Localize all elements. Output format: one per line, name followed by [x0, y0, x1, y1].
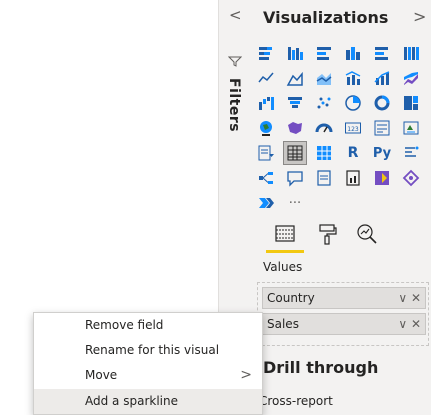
line-chart-icon[interactable]: [255, 67, 277, 89]
filters-label[interactable]: Filters: [226, 78, 242, 132]
pane-tabs: [263, 222, 423, 254]
menu-item-remove-field[interactable]: Remove field: [34, 313, 262, 338]
python-visual-glyph: Py: [372, 145, 392, 161]
table-icon[interactable]: [283, 141, 307, 165]
100-stacked-bar-chart-icon[interactable]: [313, 42, 335, 64]
pie-chart-icon[interactable]: [342, 92, 364, 114]
qa-visual-icon[interactable]: [284, 167, 306, 189]
clustered-column-chart-icon[interactable]: [371, 42, 393, 64]
funnel-chart-icon[interactable]: [284, 92, 306, 114]
key-influencers-icon[interactable]: [400, 142, 422, 164]
visual-icon-grid: 123 R Py ···: [255, 42, 429, 217]
menu-item-add-sparkline[interactable]: Add a sparkline: [34, 389, 262, 414]
expand-chevron-icon[interactable]: >: [413, 7, 426, 26]
stacked-column-chart-icon[interactable]: [342, 42, 364, 64]
donut-chart-icon[interactable]: [371, 92, 393, 114]
menu-item-move[interactable]: Move >: [34, 363, 262, 388]
visualizations-title: Visualizations: [263, 8, 389, 27]
field-context-menu: Remove field Rename for this visual Move…: [33, 312, 263, 415]
card-icon[interactable]: 123: [342, 117, 364, 139]
visualizations-pane: Visualizations > 123 R Py ··· Values Cou…: [251, 0, 431, 415]
100-stacked-column-chart-icon[interactable]: [400, 42, 422, 64]
cross-report-label: Cross-report: [259, 394, 333, 408]
line-clustered-column-chart-icon[interactable]: [342, 67, 364, 89]
values-label: Values: [263, 260, 303, 274]
waterfall-chart-icon[interactable]: [255, 92, 277, 114]
format-paint-roller-icon[interactable]: [315, 222, 339, 246]
more-visuals-glyph: ···: [288, 195, 302, 211]
power-apps-icon[interactable]: [371, 167, 393, 189]
slicer-icon[interactable]: [255, 142, 277, 164]
submenu-chevron-icon: >: [240, 367, 252, 383]
menu-item-label: Remove field: [85, 318, 164, 332]
field-pill-country[interactable]: Country ∨ ✕: [262, 287, 426, 309]
field-actions[interactable]: ∨ ✕: [398, 314, 421, 334]
active-tab-underline: [266, 250, 304, 253]
more-visuals-icon[interactable]: ···: [284, 192, 306, 214]
line-stacked-column-chart-icon[interactable]: [371, 67, 393, 89]
menu-item-label: Rename for this visual: [85, 343, 220, 357]
map-icon[interactable]: [255, 117, 277, 139]
card-icon-glyph: 123: [347, 126, 359, 133]
menu-item-label: Add a sparkline: [85, 394, 178, 408]
r-visual-glyph: R: [347, 145, 359, 161]
field-actions[interactable]: ∨ ✕: [398, 288, 421, 308]
collapse-filters-chevron-icon[interactable]: <: [229, 6, 242, 24]
filled-map-icon[interactable]: [284, 117, 306, 139]
gauge-icon[interactable]: [313, 117, 335, 139]
multi-row-card-icon[interactable]: [371, 117, 393, 139]
scatter-chart-icon[interactable]: [313, 92, 335, 114]
stacked-area-chart-icon[interactable]: [313, 67, 335, 89]
fields-tab-icon[interactable]: [273, 222, 297, 246]
r-visual-icon[interactable]: R: [342, 142, 364, 164]
drill-through-title: Drill through: [263, 358, 379, 377]
ribbon-chart-icon[interactable]: [400, 67, 422, 89]
funnel-icon: [228, 56, 242, 67]
stacked-bar-chart-icon[interactable]: [255, 42, 277, 64]
area-chart-icon[interactable]: [284, 67, 306, 89]
field-name: Sales: [267, 317, 299, 331]
paginated-report-icon[interactable]: [342, 167, 364, 189]
menu-item-label: Move: [85, 368, 118, 382]
field-pill-sales[interactable]: Sales ∨ ✕: [262, 313, 426, 335]
decomposition-tree-icon[interactable]: [255, 167, 277, 189]
arcgis-map-icon[interactable]: [255, 192, 277, 214]
menu-item-rename-for-visual[interactable]: Rename for this visual: [34, 338, 262, 363]
python-visual-icon[interactable]: Py: [371, 142, 393, 164]
power-automate-icon[interactable]: [400, 167, 422, 189]
analytics-magnifier-icon[interactable]: [355, 222, 379, 246]
matrix-icon[interactable]: [313, 142, 335, 164]
values-field-well[interactable]: Country ∨ ✕ Sales ∨ ✕: [257, 282, 429, 346]
field-name: Country: [267, 291, 315, 305]
smart-narrative-icon[interactable]: [313, 167, 335, 189]
kpi-icon[interactable]: [400, 117, 422, 139]
treemap-icon[interactable]: [400, 92, 422, 114]
clustered-bar-chart-icon[interactable]: [284, 42, 306, 64]
